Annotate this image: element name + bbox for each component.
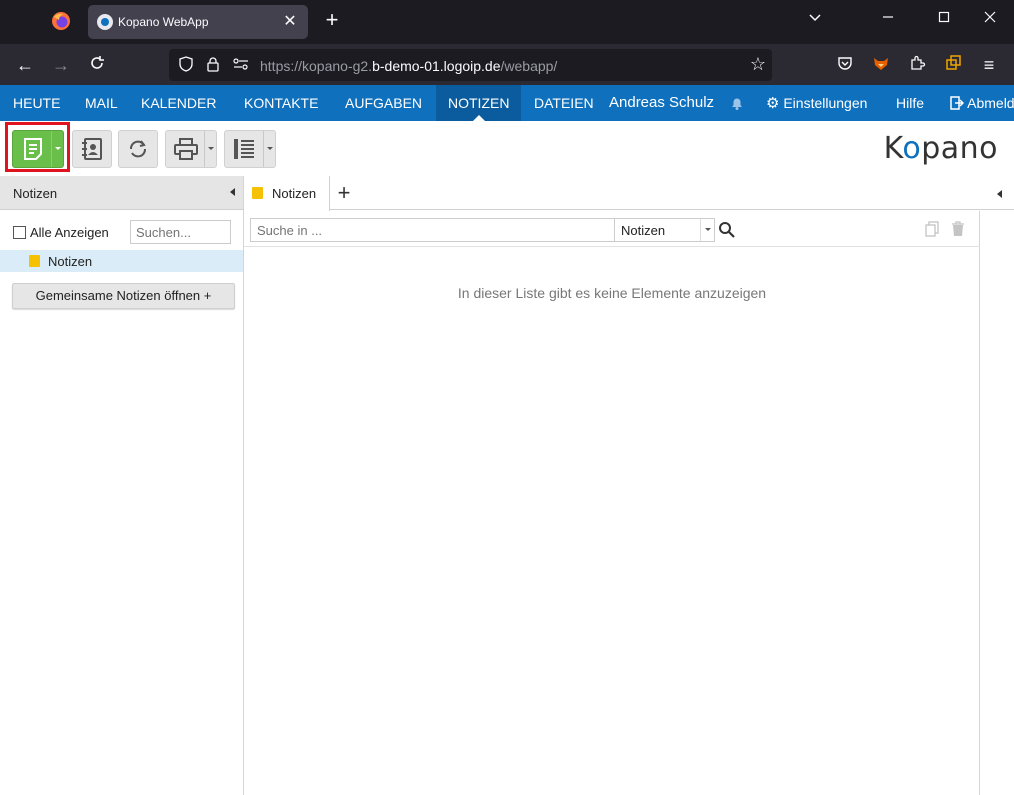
tab-notizen[interactable]: Notizen (244, 176, 330, 211)
printer-icon (174, 138, 198, 160)
search-input[interactable] (250, 218, 615, 242)
menu-kalender[interactable]: KALENDER (141, 85, 216, 121)
logo-o: o (902, 131, 922, 166)
logo-rest: pano (921, 131, 998, 166)
open-shared-notes-button[interactable]: Gemeinsame Notizen öffnen + (12, 283, 235, 309)
firefox-icon[interactable] (51, 11, 71, 31)
show-all-checkbox[interactable] (13, 226, 26, 239)
settings-label: Einstellungen (783, 95, 868, 111)
minimize-icon[interactable] (876, 10, 900, 27)
logout-label: Abmelden (967, 95, 1014, 111)
chevron-down-icon[interactable] (700, 219, 714, 241)
tab-list-chevron-icon[interactable] (803, 10, 827, 27)
url-text: https://kopano-g2.b-demo-01.logoip.de/we… (260, 58, 557, 74)
copy-icon[interactable] (924, 221, 940, 237)
show-all-label[interactable]: Alle Anzeigen (30, 225, 109, 240)
kopano-logo: Kopano (884, 131, 998, 166)
search-icon[interactable] (718, 221, 736, 239)
notes-folder-icon (29, 255, 40, 267)
menu-mail[interactable]: MAIL (85, 85, 118, 121)
browser-tab[interactable]: Kopano WebApp ✕ (88, 5, 308, 39)
view-switcher-button[interactable] (224, 130, 276, 168)
search-scope-select[interactable]: Notizen (614, 218, 715, 242)
pocket-icon[interactable] (834, 54, 856, 76)
url-prefix: https://kopano-g2. (260, 58, 373, 74)
help-link[interactable]: Hilfe (896, 85, 924, 121)
toolbar: Kopano (0, 121, 1014, 176)
folder-search-input[interactable] (130, 220, 231, 244)
notifications-bell-icon[interactable] (729, 85, 745, 121)
main-menu-bar: HEUTE MAIL KALENDER KONTAKTE AUFGABEN NO… (0, 85, 1014, 121)
shield-icon[interactable] (178, 56, 194, 75)
menu-dateien[interactable]: DATEIEN (534, 85, 594, 121)
bookmark-star-icon[interactable]: ☆ (750, 54, 766, 75)
highlight-box (5, 122, 70, 172)
kopano-webapp: HEUTE MAIL KALENDER KONTAKTE AUFGABEN NO… (0, 85, 1014, 795)
delete-icon[interactable] (950, 221, 966, 237)
url-path: /webapp/ (500, 58, 558, 74)
main-panel: Notizen + Notizen (244, 176, 1014, 795)
forward-arrow-icon[interactable]: → (50, 54, 72, 76)
folder-label: Notizen (48, 254, 93, 269)
tab-label: Notizen (272, 186, 317, 201)
permissions-icon[interactable] (232, 56, 250, 75)
url-host: b-demo-01.logoip.de (372, 58, 501, 74)
collapse-left-icon[interactable] (230, 188, 235, 196)
view-dropdown[interactable] (263, 131, 275, 167)
logout-link[interactable]: Abmelden (950, 85, 1014, 121)
refresh-icon (130, 140, 146, 158)
address-book-icon (82, 138, 102, 160)
empty-list-message: In dieser Liste gibt es keine Elemente a… (457, 285, 767, 301)
logo-k: K (883, 131, 903, 166)
menu-aufgaben[interactable]: AUFGABEN (345, 85, 422, 121)
browser-nav-bar: ← → https://kopano-g2.b-demo-01.logoip.d… (0, 44, 1014, 85)
gear-icon: ⚙ (766, 95, 780, 112)
menu-notizen[interactable]: NOTIZEN (436, 85, 522, 121)
add-tab-icon[interactable]: + (334, 180, 354, 206)
notes-tab-icon (252, 187, 263, 199)
collapse-right-icon[interactable] (997, 190, 1002, 198)
print-button[interactable] (165, 130, 217, 168)
url-bar[interactable]: https://kopano-g2.b-demo-01.logoip.de/we… (169, 49, 772, 81)
menu-kontakte[interactable]: KONTAKTE (244, 85, 318, 121)
maximize-icon[interactable] (932, 10, 956, 27)
browser-tab-bar: Kopano WebApp ✕ + (0, 0, 1014, 44)
new-tab-icon[interactable]: + (320, 9, 344, 31)
extensions-puzzle-icon[interactable] (906, 54, 928, 76)
extension-fox-icon[interactable] (870, 54, 892, 76)
multi-account-icon[interactable] (942, 54, 964, 76)
user-name[interactable]: Andreas Schulz (609, 85, 714, 121)
settings-link[interactable]: ⚙ Einstellungen (766, 85, 867, 121)
folder-notizen[interactable]: Notizen (0, 250, 243, 272)
tab-title: Kopano WebApp (118, 15, 209, 29)
navigation-panel-title: Notizen (13, 186, 58, 201)
refresh-button[interactable] (118, 130, 158, 168)
navigation-panel-header: Notizen (0, 176, 243, 210)
print-dropdown[interactable] (204, 131, 216, 167)
content-tab-strip: Notizen + (244, 176, 1014, 211)
address-book-button[interactable] (72, 130, 112, 168)
menu-heute[interactable]: HEUTE (13, 85, 60, 121)
close-tab-icon[interactable]: ✕ (280, 11, 300, 31)
close-window-icon[interactable] (978, 10, 1002, 27)
hamburger-menu-icon[interactable]: ≡ (978, 54, 1000, 76)
navigation-panel: Notizen Alle Anzeigen Notizen Gemeinsame… (0, 176, 244, 795)
notes-list: Notizen In dieser Liste gibt es keine El… (244, 211, 980, 795)
lock-icon[interactable] (205, 56, 221, 75)
kopano-favicon-icon (97, 14, 113, 30)
list-view-icon (234, 139, 254, 159)
reload-icon[interactable] (86, 54, 108, 76)
search-scope-value: Notizen (621, 223, 666, 238)
back-arrow-icon[interactable]: ← (14, 54, 36, 76)
search-bar: Notizen (244, 211, 980, 247)
logout-icon (950, 95, 967, 111)
